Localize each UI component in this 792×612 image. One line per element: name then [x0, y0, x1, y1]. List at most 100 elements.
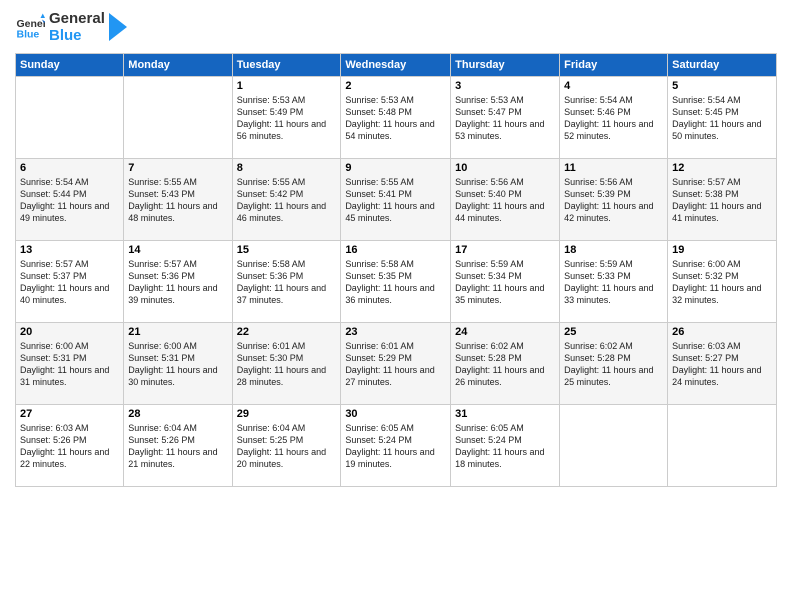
calendar-cell: 7 Sunrise: 5:55 AM Sunset: 5:43 PM Daylig… [124, 158, 232, 240]
day-info: Sunrise: 6:05 AM Sunset: 5:24 PM Dayligh… [455, 422, 555, 471]
calendar-cell: 3 Sunrise: 5:53 AM Sunset: 5:47 PM Daylig… [451, 76, 560, 158]
calendar-cell: 21 Sunrise: 6:00 AM Sunset: 5:31 PM Dayli… [124, 322, 232, 404]
day-info: Sunrise: 5:55 AM Sunset: 5:41 PM Dayligh… [345, 176, 446, 225]
week-row-4: 20 Sunrise: 6:00 AM Sunset: 5:31 PM Dayli… [16, 322, 777, 404]
day-number: 29 [237, 408, 337, 420]
day-number: 13 [20, 244, 119, 256]
day-info: Sunrise: 5:57 AM Sunset: 5:36 PM Dayligh… [128, 258, 227, 307]
day-number: 1 [237, 80, 337, 92]
day-info: Sunrise: 6:02 AM Sunset: 5:28 PM Dayligh… [564, 340, 663, 389]
day-info: Sunrise: 5:59 AM Sunset: 5:34 PM Dayligh… [455, 258, 555, 307]
calendar-cell: 22 Sunrise: 6:01 AM Sunset: 5:30 PM Dayli… [232, 322, 341, 404]
calendar-cell: 12Sunrise: 5:57 AM Sunset: 5:38 PM Dayli… [668, 158, 777, 240]
calendar-cell: 26 Sunrise: 6:03 AM Sunset: 5:27 PM Dayli… [668, 322, 777, 404]
day-info: Sunrise: 6:01 AM Sunset: 5:30 PM Dayligh… [237, 340, 337, 389]
calendar-cell: 13 Sunrise: 5:57 AM Sunset: 5:37 PM Dayli… [16, 240, 124, 322]
week-row-2: 6Sunrise: 5:54 AM Sunset: 5:44 PM Daylig… [16, 158, 777, 240]
day-info: Sunrise: 5:53 AM Sunset: 5:47 PM Dayligh… [455, 94, 555, 143]
calendar-cell: 16Sunrise: 5:58 AM Sunset: 5:35 PM Dayli… [341, 240, 451, 322]
day-number: 4 [564, 80, 663, 92]
header-saturday: Saturday [668, 53, 777, 76]
calendar-cell: 18 Sunrise: 5:59 AM Sunset: 5:33 PM Dayli… [560, 240, 668, 322]
day-number: 7 [128, 162, 227, 174]
day-info: Sunrise: 5:53 AM Sunset: 5:48 PM Dayligh… [345, 94, 446, 143]
logo-general: General [49, 10, 105, 27]
day-number: 27 [20, 408, 119, 420]
day-info: Sunrise: 6:03 AM Sunset: 5:27 PM Dayligh… [672, 340, 772, 389]
day-number: 30 [345, 408, 446, 420]
day-number: 10 [455, 162, 555, 174]
calendar-table: SundayMondayTuesdayWednesdayThursdayFrid… [15, 53, 777, 487]
day-info: Sunrise: 6:02 AM Sunset: 5:28 PM Dayligh… [455, 340, 555, 389]
day-number: 20 [20, 326, 119, 338]
calendar-cell [16, 76, 124, 158]
calendar-cell: 14 Sunrise: 5:57 AM Sunset: 5:36 PM Dayli… [124, 240, 232, 322]
day-info: Sunrise: 5:54 AM Sunset: 5:45 PM Dayligh… [672, 94, 772, 143]
day-number: 14 [128, 244, 227, 256]
logo: General Blue General Blue [15, 10, 127, 45]
calendar-cell: 1 Sunrise: 5:53 AM Sunset: 5:49 PM Daylig… [232, 76, 341, 158]
week-row-1: 1 Sunrise: 5:53 AM Sunset: 5:49 PM Daylig… [16, 76, 777, 158]
day-info: Sunrise: 5:57 AM Sunset: 5:37 PM Dayligh… [20, 258, 119, 307]
calendar-cell: 10 Sunrise: 5:56 AM Sunset: 5:40 PM Dayli… [451, 158, 560, 240]
day-number: 5 [672, 80, 772, 92]
calendar-cell: 8 Sunrise: 5:55 AM Sunset: 5:42 PM Daylig… [232, 158, 341, 240]
calendar-cell: 29 Sunrise: 6:04 AM Sunset: 5:25 PM Dayli… [232, 404, 341, 486]
day-info: Sunrise: 5:53 AM Sunset: 5:49 PM Dayligh… [237, 94, 337, 143]
logo-arrow-icon [109, 13, 127, 41]
calendar-cell: 6Sunrise: 5:54 AM Sunset: 5:44 PM Daylig… [16, 158, 124, 240]
calendar-container: General Blue General Blue SundayMondayTu… [0, 0, 792, 612]
day-info: Sunrise: 5:55 AM Sunset: 5:42 PM Dayligh… [237, 176, 337, 225]
calendar-cell: 24 Sunrise: 6:02 AM Sunset: 5:28 PM Dayli… [451, 322, 560, 404]
day-info: Sunrise: 5:56 AM Sunset: 5:40 PM Dayligh… [455, 176, 555, 225]
day-number: 3 [455, 80, 555, 92]
calendar-cell [560, 404, 668, 486]
header: General Blue General Blue [15, 10, 777, 45]
day-info: Sunrise: 6:04 AM Sunset: 5:26 PM Dayligh… [128, 422, 227, 471]
day-number: 11 [564, 162, 663, 174]
calendar-cell: 9Sunrise: 5:55 AM Sunset: 5:41 PM Daylig… [341, 158, 451, 240]
day-number: 17 [455, 244, 555, 256]
day-info: Sunrise: 5:54 AM Sunset: 5:44 PM Dayligh… [20, 176, 119, 225]
header-sunday: Sunday [16, 53, 124, 76]
day-info: Sunrise: 6:00 AM Sunset: 5:32 PM Dayligh… [672, 258, 772, 307]
header-wednesday: Wednesday [341, 53, 451, 76]
day-number: 23 [345, 326, 446, 338]
calendar-cell: 11 Sunrise: 5:56 AM Sunset: 5:39 PM Dayli… [560, 158, 668, 240]
day-info: Sunrise: 6:05 AM Sunset: 5:24 PM Dayligh… [345, 422, 446, 471]
day-info: Sunrise: 5:58 AM Sunset: 5:36 PM Dayligh… [237, 258, 337, 307]
calendar-cell [668, 404, 777, 486]
day-info: Sunrise: 5:59 AM Sunset: 5:33 PM Dayligh… [564, 258, 663, 307]
day-info: Sunrise: 6:01 AM Sunset: 5:29 PM Dayligh… [345, 340, 446, 389]
day-number: 28 [128, 408, 227, 420]
week-row-3: 13 Sunrise: 5:57 AM Sunset: 5:37 PM Dayli… [16, 240, 777, 322]
calendar-cell: 4 Sunrise: 5:54 AM Sunset: 5:46 PM Daylig… [560, 76, 668, 158]
calendar-cell: 2 Sunrise: 5:53 AM Sunset: 5:48 PM Daylig… [341, 76, 451, 158]
calendar-cell: 15 Sunrise: 5:58 AM Sunset: 5:36 PM Dayli… [232, 240, 341, 322]
day-number: 8 [237, 162, 337, 174]
day-number: 2 [345, 80, 446, 92]
calendar-cell: 5 Sunrise: 5:54 AM Sunset: 5:45 PM Daylig… [668, 76, 777, 158]
calendar-cell: 27 Sunrise: 6:03 AM Sunset: 5:26 PM Dayli… [16, 404, 124, 486]
day-info: Sunrise: 5:55 AM Sunset: 5:43 PM Dayligh… [128, 176, 227, 225]
week-row-5: 27 Sunrise: 6:03 AM Sunset: 5:26 PM Dayli… [16, 404, 777, 486]
day-info: Sunrise: 6:00 AM Sunset: 5:31 PM Dayligh… [20, 340, 119, 389]
logo-blue: Blue [49, 27, 105, 44]
day-number: 18 [564, 244, 663, 256]
day-number: 15 [237, 244, 337, 256]
day-info: Sunrise: 5:56 AM Sunset: 5:39 PM Dayligh… [564, 176, 663, 225]
day-number: 25 [564, 326, 663, 338]
day-number: 24 [455, 326, 555, 338]
day-number: 21 [128, 326, 227, 338]
day-info: Sunrise: 6:00 AM Sunset: 5:31 PM Dayligh… [128, 340, 227, 389]
day-info: Sunrise: 5:54 AM Sunset: 5:46 PM Dayligh… [564, 94, 663, 143]
calendar-cell: 23 Sunrise: 6:01 AM Sunset: 5:29 PM Dayli… [341, 322, 451, 404]
day-number: 26 [672, 326, 772, 338]
day-number: 22 [237, 326, 337, 338]
day-info: Sunrise: 6:04 AM Sunset: 5:25 PM Dayligh… [237, 422, 337, 471]
day-info: Sunrise: 5:58 AM Sunset: 5:35 PM Dayligh… [345, 258, 446, 307]
logo-icon: General Blue [15, 12, 45, 42]
calendar-cell: 28 Sunrise: 6:04 AM Sunset: 5:26 PM Dayli… [124, 404, 232, 486]
day-info: Sunrise: 6:03 AM Sunset: 5:26 PM Dayligh… [20, 422, 119, 471]
calendar-cell: 20 Sunrise: 6:00 AM Sunset: 5:31 PM Dayli… [16, 322, 124, 404]
